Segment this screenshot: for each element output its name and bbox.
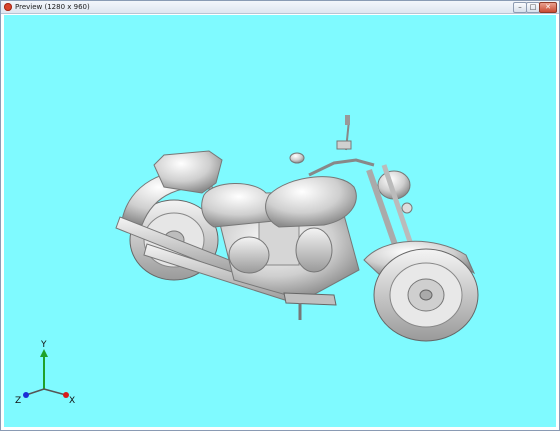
front-wheel — [373, 248, 479, 342]
maximize-button[interactable]: □ — [526, 2, 540, 13]
app-icon — [4, 3, 12, 11]
motorcycle-model[interactable]: Y X Z — [4, 15, 556, 427]
preview-window: Preview (1280 x 960) – □ ✕ Y X Z — [0, 0, 560, 431]
handlebars — [289, 115, 375, 177]
window-title: Preview (1280 x 960) — [15, 3, 90, 11]
minimize-button[interactable]: – — [513, 2, 527, 13]
axis-triad: Y X Z — [15, 340, 75, 406]
engine — [218, 214, 360, 301]
footboard — [283, 292, 337, 306]
title-bar[interactable]: Preview (1280 x 960) – □ ✕ — [1, 1, 559, 14]
z-axis-label: Z — [15, 396, 21, 406]
x-axis-label: X — [69, 396, 75, 406]
x-axis-line — [43, 388, 67, 396]
close-button[interactable]: ✕ — [539, 2, 557, 13]
3d-viewport[interactable]: Y X Z — [4, 15, 556, 427]
turn-signal — [401, 202, 413, 214]
y-axis-label: Y — [40, 340, 47, 350]
